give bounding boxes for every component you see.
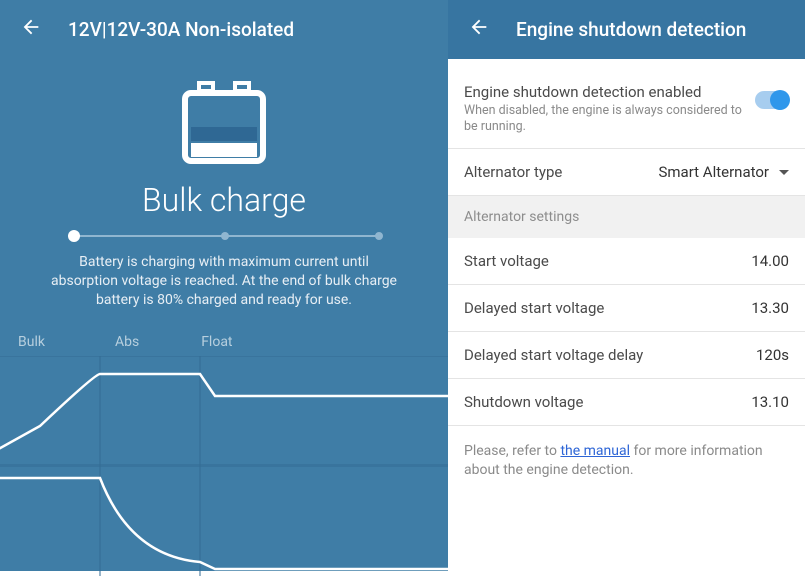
stage-area: Bulk charge Battery is charging with max… — [0, 59, 448, 320]
page-title: Engine shutdown detection — [516, 18, 746, 41]
chevron-down-icon — [779, 170, 789, 175]
alternator-type-row[interactable]: Alternator type Smart Alternator — [448, 149, 805, 196]
start-voltage-value: 14.00 — [751, 252, 789, 270]
manual-link[interactable]: the manual — [560, 443, 630, 459]
back-icon[interactable] — [468, 16, 490, 43]
progress-dot-bulk — [68, 230, 80, 242]
alternator-type-value: Smart Alternator — [658, 163, 769, 181]
stage-description: Battery is charging with maximum current… — [40, 253, 408, 310]
stage-progress — [70, 229, 378, 243]
current-chart — [0, 466, 448, 576]
shutdown-voltage-value: 13.10 — [751, 393, 789, 411]
enable-sublabel: When disabled, the engine is always cons… — [464, 103, 745, 134]
delayed-start-delay-value: 120s — [756, 346, 789, 364]
progress-dot-float — [375, 232, 383, 240]
right-panel: Engine shutdown detection Engine shutdow… — [448, 0, 805, 571]
alternator-type-dropdown[interactable]: Smart Alternator — [658, 163, 789, 181]
device-title: 12V|12V-30A Non-isolated — [68, 18, 294, 41]
delayed-start-voltage-label: Delayed start voltage — [464, 299, 751, 317]
chart-label-abs: Abs — [115, 334, 139, 350]
back-icon[interactable] — [20, 16, 42, 43]
chart-label-bulk: Bulk — [18, 334, 45, 350]
chart-stage-labels: Bulk Abs Float — [0, 334, 448, 356]
shutdown-voltage-label: Shutdown voltage — [464, 393, 751, 411]
alternator-settings-header: Alternator settings — [448, 196, 805, 238]
alternator-type-label: Alternator type — [464, 163, 658, 181]
enable-toggle[interactable] — [755, 91, 789, 109]
shutdown-voltage-row[interactable]: Shutdown voltage 13.10 — [448, 379, 805, 426]
delayed-start-voltage-value: 13.30 — [751, 299, 789, 317]
left-header: 12V|12V-30A Non-isolated — [0, 0, 448, 59]
battery-icon — [40, 79, 408, 171]
charts: Bulk Abs Float — [0, 334, 448, 576]
delayed-start-delay-row[interactable]: Delayed start voltage delay 120s — [448, 332, 805, 379]
stage-title: Bulk charge — [40, 181, 408, 219]
settings-list: Engine shutdown detection enabled When d… — [448, 59, 805, 496]
start-voltage-label: Start voltage — [464, 252, 751, 270]
start-voltage-row[interactable]: Start voltage 14.00 — [448, 238, 805, 285]
voltage-chart — [0, 356, 448, 466]
chart-label-float: Float — [201, 334, 232, 350]
footnote: Please, refer to the manual for more inf… — [448, 426, 805, 496]
delayed-start-delay-label: Delayed start voltage delay — [464, 346, 756, 364]
progress-dot-abs — [221, 232, 229, 240]
enable-label: Engine shutdown detection enabled — [464, 83, 745, 101]
enable-detection-row[interactable]: Engine shutdown detection enabled When d… — [448, 59, 805, 149]
delayed-start-voltage-row[interactable]: Delayed start voltage 13.30 — [448, 285, 805, 332]
right-header: Engine shutdown detection — [448, 0, 805, 59]
footnote-pre: Please, refer to — [464, 443, 560, 459]
left-panel: 12V|12V-30A Non-isolated Bulk charge Bat… — [0, 0, 448, 571]
